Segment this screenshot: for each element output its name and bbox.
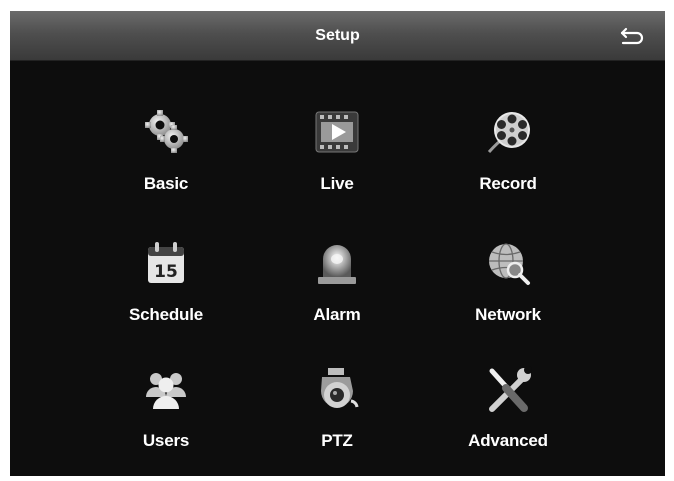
video-play-icon — [313, 108, 361, 156]
menu-item-live[interactable]: Live — [262, 108, 412, 218]
menu-item-label: Record — [479, 174, 537, 193]
menu-item-ptz[interactable]: PTZ — [262, 365, 412, 475]
menu-item-label: PTZ — [321, 431, 353, 450]
menu-item-record[interactable]: Record — [433, 108, 583, 218]
calendar-icon: 15 — [142, 239, 190, 287]
wrench-screwdriver-icon — [484, 365, 532, 413]
menu-item-label: Alarm — [313, 305, 361, 324]
setup-screen: Setup Basic Live Record 15 Schedule Alar… — [10, 11, 665, 476]
menu-grid: Basic Live Record 15 Schedule Alarm Netw… — [10, 60, 665, 476]
menu-item-advanced[interactable]: Advanced — [433, 365, 583, 475]
menu-item-label: Schedule — [129, 305, 203, 324]
menu-item-schedule[interactable]: 15 Schedule — [91, 239, 241, 349]
menu-item-label: Users — [142, 431, 190, 450]
return-arrow-icon — [620, 27, 644, 45]
ptz-dome-camera-icon — [313, 365, 361, 413]
globe-search-icon — [484, 239, 532, 287]
calendar-day-text: 15 — [154, 262, 178, 282]
menu-item-label: Advanced — [468, 431, 548, 450]
alarm-siren-icon — [313, 239, 361, 287]
gears-icon — [142, 108, 190, 156]
menu-item-users[interactable]: Users — [91, 365, 241, 475]
menu-item-network[interactable]: Network — [433, 239, 583, 349]
menu-item-basic[interactable]: Basic — [91, 108, 241, 218]
menu-item-label: Basic — [143, 174, 189, 193]
menu-item-label: Live — [320, 174, 354, 193]
menu-item-label: Network — [475, 305, 541, 324]
menu-item-alarm[interactable]: Alarm — [262, 239, 412, 349]
page-title: Setup — [315, 27, 360, 44]
back-button[interactable] — [619, 24, 647, 48]
users-icon — [142, 365, 190, 413]
title-bar: Setup — [10, 11, 665, 61]
film-reel-icon — [484, 108, 532, 156]
